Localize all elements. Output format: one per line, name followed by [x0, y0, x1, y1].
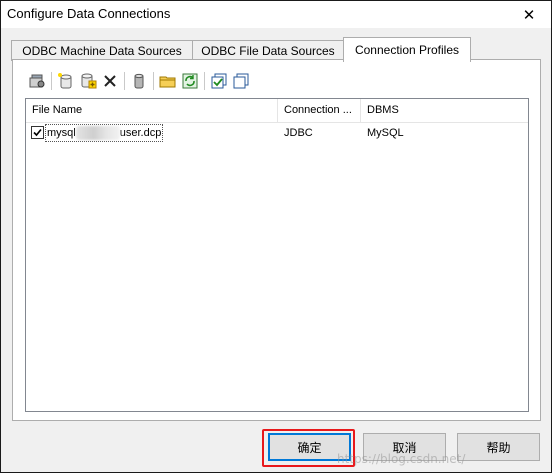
column-header-file-name[interactable]: File Name: [26, 99, 278, 122]
redacted-blur: [75, 126, 120, 141]
new-profile-icon[interactable]: [55, 70, 77, 92]
connection-profiles-panel: File Name Connection ... DBMS mysql user.…: [12, 59, 541, 421]
close-icon[interactable]: ✕: [507, 1, 551, 28]
select-all-icon[interactable]: [208, 70, 230, 92]
delete-icon[interactable]: [99, 70, 121, 92]
tab-odbc-machine-data-sources[interactable]: ODBC Machine Data Sources: [11, 40, 193, 61]
connection-profiles-list[interactable]: File Name Connection ... DBMS mysql user.…: [25, 98, 529, 412]
dbms-cell: MySQL: [367, 127, 404, 139]
add-profile-icon[interactable]: [77, 70, 99, 92]
tab-connection-profiles[interactable]: Connection Profiles: [343, 37, 471, 62]
profile-checkbox[interactable]: [31, 126, 44, 139]
help-button[interactable]: 帮助: [457, 433, 540, 461]
configure-data-connections-dialog: Configure Data Connections ✕ ODBC Machin…: [0, 0, 552, 473]
column-header-dbms[interactable]: DBMS: [361, 99, 528, 122]
refresh-icon[interactable]: [179, 70, 201, 92]
list-header: File Name Connection ... DBMS: [26, 99, 528, 123]
open-folder-icon[interactable]: [157, 70, 179, 92]
file-name-prefix: mysql: [47, 127, 76, 139]
file-name-suffix: user.dcp: [119, 127, 162, 139]
properties-icon[interactable]: [26, 70, 48, 92]
connection-cell: JDBC: [284, 127, 313, 139]
toolbar-separator: [51, 72, 52, 90]
toolbar-separator: [124, 72, 125, 90]
toolbar: [26, 70, 252, 92]
list-item[interactable]: mysql user.dcp JDBC MySQL: [26, 123, 528, 143]
database-icon[interactable]: [128, 70, 150, 92]
toolbar-separator: [153, 72, 154, 90]
toolbar-separator: [204, 72, 205, 90]
copy-icon[interactable]: [230, 70, 252, 92]
title-bar: Configure Data Connections ✕: [1, 1, 551, 28]
tab-odbc-file-data-sources[interactable]: ODBC File Data Sources: [192, 40, 344, 61]
watermark: https://blog.csdn.net/: [337, 452, 466, 466]
column-header-connection[interactable]: Connection ...: [278, 99, 361, 122]
file-name-cell[interactable]: mysql user.dcp: [45, 124, 164, 142]
window-title: Configure Data Connections: [7, 6, 171, 21]
